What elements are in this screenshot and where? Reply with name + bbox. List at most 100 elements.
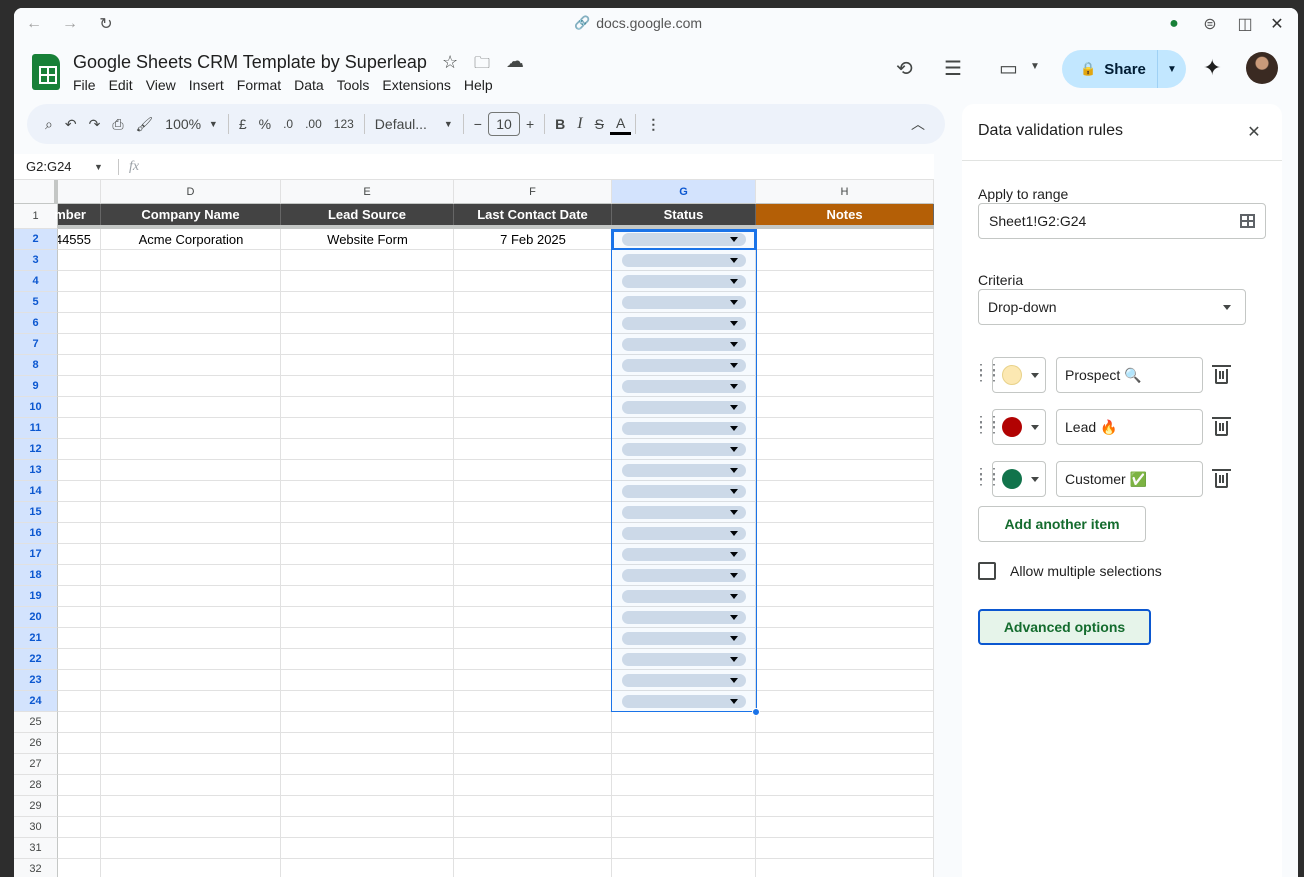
grid-cell[interactable] xyxy=(281,523,454,544)
grid-cell[interactable] xyxy=(756,628,934,649)
grid-cell[interactable] xyxy=(756,250,934,271)
move-folder-icon[interactable]: 🗀 xyxy=(474,52,490,79)
name-box[interactable]: G2:G24 xyxy=(14,159,94,174)
row-header[interactable]: 5 xyxy=(14,292,58,313)
reload-icon[interactable]: ↻ xyxy=(96,14,116,34)
grid-cell[interactable] xyxy=(454,586,612,607)
grid-cell[interactable] xyxy=(281,838,454,859)
gemini-icon[interactable]: ✦ xyxy=(1203,55,1221,81)
grid-cell[interactable] xyxy=(58,796,101,817)
grid-cell[interactable] xyxy=(58,481,101,502)
grid-cell[interactable] xyxy=(756,355,934,376)
item-value-input[interactable]: Customer ✅ xyxy=(1056,461,1203,497)
column-header-c[interactable] xyxy=(58,180,101,204)
grid-cell[interactable] xyxy=(101,796,281,817)
row-header[interactable]: 31 xyxy=(14,838,58,859)
drag-handle-icon[interactable]: ⋮⋮ ⋮⋮ xyxy=(974,466,1001,488)
grid-cell[interactable] xyxy=(58,670,101,691)
advanced-options-button[interactable]: Advanced options xyxy=(978,609,1151,645)
grid-cell[interactable] xyxy=(101,460,281,481)
grid-cell[interactable] xyxy=(454,775,612,796)
row-header[interactable]: 14 xyxy=(14,481,58,502)
meet-icon[interactable]: ▭ xyxy=(999,56,1018,81)
grid-cell[interactable] xyxy=(281,292,454,313)
row-header[interactable]: 7 xyxy=(14,334,58,355)
row-header[interactable]: 10 xyxy=(14,397,58,418)
sheets-logo-icon[interactable] xyxy=(32,54,60,90)
grid-cell[interactable] xyxy=(281,712,454,733)
grid-cell[interactable] xyxy=(58,292,101,313)
row-header[interactable]: 6 xyxy=(14,313,58,334)
row-header[interactable]: 28 xyxy=(14,775,58,796)
grid-cell[interactable] xyxy=(454,859,612,877)
grid-cell[interactable] xyxy=(58,712,101,733)
grid-cell[interactable] xyxy=(58,733,101,754)
grid-cell[interactable] xyxy=(281,355,454,376)
row-header[interactable]: 2 xyxy=(14,229,58,250)
row-header[interactable]: 9 xyxy=(14,376,58,397)
search-icon[interactable]: ⌕ xyxy=(39,110,59,138)
grid-cell[interactable] xyxy=(58,565,101,586)
grid-cell[interactable] xyxy=(756,418,934,439)
grid-cell[interactable] xyxy=(756,439,934,460)
grid-cell[interactable] xyxy=(454,460,612,481)
zoom-select[interactable]: 100% ▼ xyxy=(159,110,224,138)
extension-icon[interactable]: ● xyxy=(1164,14,1184,34)
row-header[interactable]: 24 xyxy=(14,691,58,712)
grid-cell[interactable] xyxy=(101,838,281,859)
grid-cell[interactable] xyxy=(281,775,454,796)
grid-cell[interactable] xyxy=(101,859,281,877)
color-picker[interactable] xyxy=(992,357,1046,393)
formula-input[interactable] xyxy=(139,154,934,179)
more-icon[interactable]: ⋮ xyxy=(640,110,666,138)
row-header[interactable]: 11 xyxy=(14,418,58,439)
header-cell-lead-source[interactable]: Lead Source xyxy=(281,204,454,225)
row-header[interactable]: 25 xyxy=(14,712,58,733)
grid-cell[interactable] xyxy=(281,502,454,523)
grid-cell[interactable] xyxy=(58,418,101,439)
undo-icon[interactable]: ↶ xyxy=(59,110,83,138)
increase-decimal-button[interactable]: .00 xyxy=(299,110,328,138)
grid-cell[interactable] xyxy=(281,796,454,817)
fill-handle[interactable] xyxy=(752,708,760,716)
grid-cell[interactable] xyxy=(281,271,454,292)
row-header[interactable]: 19 xyxy=(14,586,58,607)
menu-insert[interactable]: Insert xyxy=(189,77,224,93)
grid-cell[interactable] xyxy=(454,292,612,313)
row-header[interactable]: 1 xyxy=(14,204,58,229)
text-color-button[interactable]: A xyxy=(609,113,632,135)
row-header[interactable]: 27 xyxy=(14,754,58,775)
column-header-h[interactable]: H xyxy=(756,180,934,204)
forward-icon[interactable]: → xyxy=(60,14,80,34)
range-input[interactable]: Sheet1!G2:G24 xyxy=(978,203,1266,239)
cell-phone-2[interactable]: 44555 xyxy=(58,229,101,250)
grid-cell[interactable] xyxy=(58,607,101,628)
grid-cell[interactable] xyxy=(101,628,281,649)
grid-cell[interactable] xyxy=(281,649,454,670)
trash-icon[interactable] xyxy=(1212,364,1232,386)
grid-cell[interactable] xyxy=(101,313,281,334)
header-cell-company[interactable]: Company Name xyxy=(101,204,281,225)
grid-cell[interactable] xyxy=(756,670,934,691)
grid-cell[interactable] xyxy=(756,733,934,754)
grid-cell[interactable] xyxy=(454,565,612,586)
grid-cell[interactable] xyxy=(454,355,612,376)
grid-cell[interactable] xyxy=(454,418,612,439)
grid-cell[interactable] xyxy=(756,565,934,586)
grid-cell[interactable] xyxy=(58,250,101,271)
grid-cell[interactable] xyxy=(612,838,756,859)
grid-cell[interactable] xyxy=(101,355,281,376)
grid-cell[interactable] xyxy=(612,733,756,754)
grid-cell[interactable] xyxy=(101,292,281,313)
grid-cell[interactable] xyxy=(756,397,934,418)
grid-cell[interactable] xyxy=(101,607,281,628)
grid-cell[interactable] xyxy=(281,334,454,355)
grid-cell[interactable] xyxy=(281,607,454,628)
grid-cell[interactable] xyxy=(281,817,454,838)
grid-cell[interactable] xyxy=(756,523,934,544)
menu-format[interactable]: Format xyxy=(237,77,281,93)
grid-cell[interactable] xyxy=(454,817,612,838)
row-header[interactable]: 26 xyxy=(14,733,58,754)
grid-cell[interactable] xyxy=(756,481,934,502)
grid-cell[interactable] xyxy=(454,502,612,523)
